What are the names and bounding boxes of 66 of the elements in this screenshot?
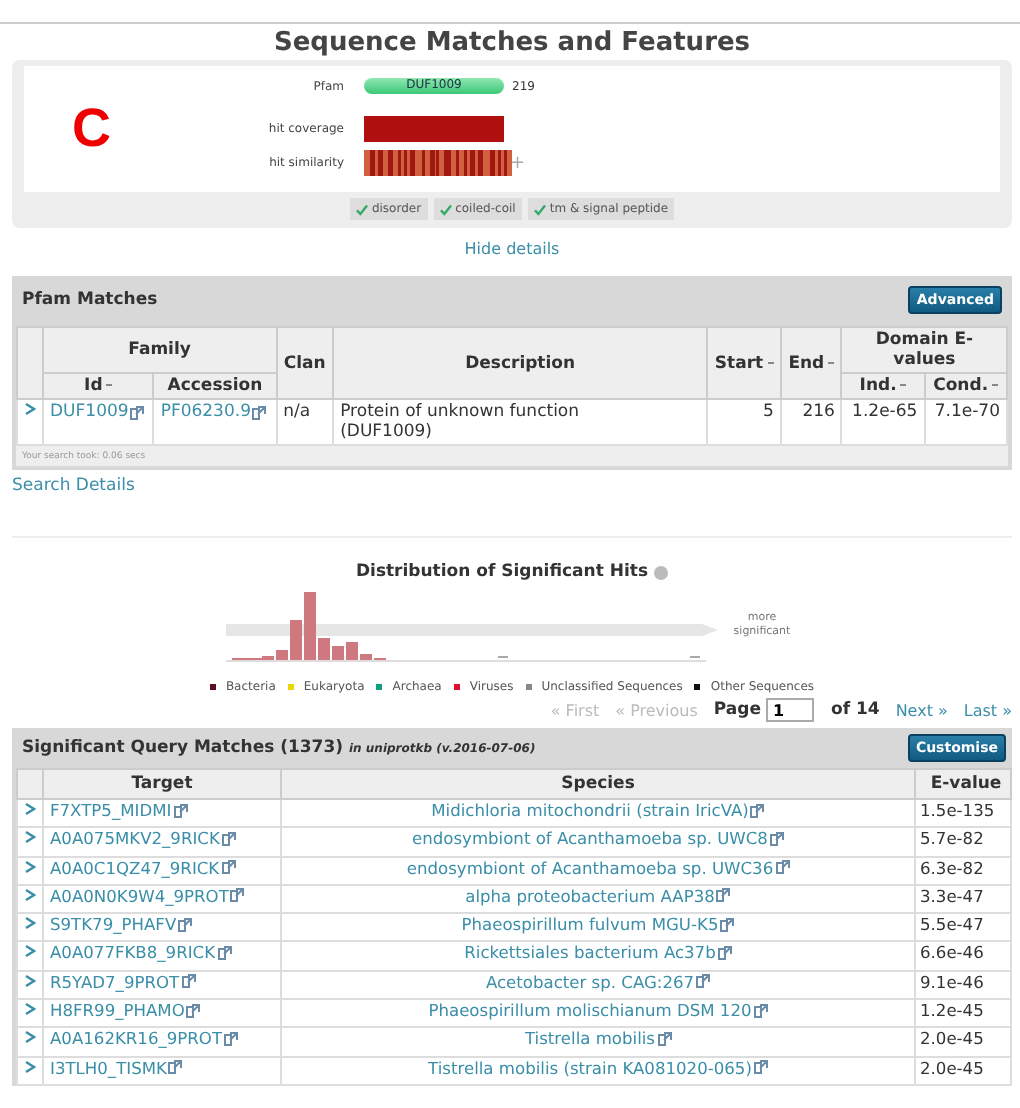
pager-link[interactable]: Last » <box>963 701 1012 719</box>
column-header[interactable]: End <box>780 327 842 399</box>
column-header[interactable]: Cond. <box>924 373 1007 399</box>
evalue-cell: 5.5e-47 <box>920 914 984 935</box>
external-link-icon <box>657 1031 672 1046</box>
external-link-icon <box>217 945 232 960</box>
column-header: Accession <box>153 373 277 399</box>
column-header: Species <box>281 769 915 799</box>
external-link-icon <box>775 860 790 875</box>
external-link-icon <box>221 860 236 875</box>
external-link-icon <box>252 405 267 419</box>
column-header[interactable]: Ind. <box>841 373 925 399</box>
pager-link[interactable]: Next » <box>895 701 948 719</box>
evalue-cell: 2.0e-45 <box>920 1028 984 1049</box>
evalue-cell: 1.2e-65 <box>852 402 918 422</box>
evalue-cell: 5.7e-82 <box>920 828 984 849</box>
evalue-cell: 2.0e-45 <box>920 1057 984 1078</box>
hide-details-link[interactable]: Hide details <box>12 240 1012 258</box>
external-link-icon <box>753 1003 768 1018</box>
column-header[interactable]: Start <box>707 327 781 399</box>
evalue-cell: 3.3e-47 <box>920 885 984 906</box>
external-link-icon <box>720 917 735 932</box>
column-header: Target <box>43 769 281 799</box>
external-link-icon <box>717 945 732 960</box>
expand-toggle[interactable]: + <box>504 153 652 173</box>
external-link-icon <box>181 974 196 989</box>
external-link-icon <box>753 1060 768 1075</box>
external-link-icon <box>769 831 784 846</box>
external-link-icon <box>178 917 193 932</box>
search-details-link[interactable]: Search Details <box>12 476 1012 496</box>
coverage-bar <box>364 116 504 142</box>
column-header: E-value <box>915 769 1011 799</box>
evalue-cell: 1.2e-45 <box>920 1000 984 1021</box>
external-link-icon <box>224 1031 239 1046</box>
start-cell: 5 <box>763 402 774 422</box>
end-cell: 216 <box>802 402 835 422</box>
external-link-icon <box>130 405 145 419</box>
evalue-cell: 6.3e-82 <box>920 857 984 878</box>
description-cell-text: Protein of unknown function (DUF1009) <box>340 402 582 442</box>
page-input[interactable]: 1 <box>766 698 815 722</box>
column-header[interactable]: Id <box>43 373 154 399</box>
chart-title: Distribution of Significant Hits <box>355 562 649 582</box>
external-link-icon <box>221 831 236 846</box>
external-link-icon <box>750 803 765 817</box>
evalue-cell: 6.6e-46 <box>920 942 984 963</box>
external-link-icon <box>696 974 711 989</box>
external-link-icon <box>173 803 188 817</box>
column-header: Clan <box>276 327 334 399</box>
page-label: Page <box>713 700 761 720</box>
external-link-icon <box>716 888 731 903</box>
external-link-icon <box>230 888 245 903</box>
section-title: Sequence Matches and Features <box>271 26 753 60</box>
page-total: of 14 <box>830 700 880 720</box>
species-link[interactable]: Tistrella mobilis <box>524 1028 672 1049</box>
external-link-icon <box>186 1003 201 1018</box>
panel-letter: C <box>72 98 111 160</box>
column-header: Family <box>43 327 277 373</box>
evalue-cell: 7.1e-70 <box>934 402 1000 422</box>
evalue-cell: 1.5e-135 <box>920 800 995 820</box>
column-header: Domain E-values <box>841 327 1007 373</box>
external-link-icon <box>168 1060 183 1075</box>
column-header: Description <box>333 327 708 399</box>
panel-title: Pfam Matches <box>22 290 158 310</box>
evalue-cell: 9.1e-46 <box>920 971 984 992</box>
help-icon[interactable] <box>654 565 669 579</box>
clan-cell: n/a <box>283 402 311 422</box>
